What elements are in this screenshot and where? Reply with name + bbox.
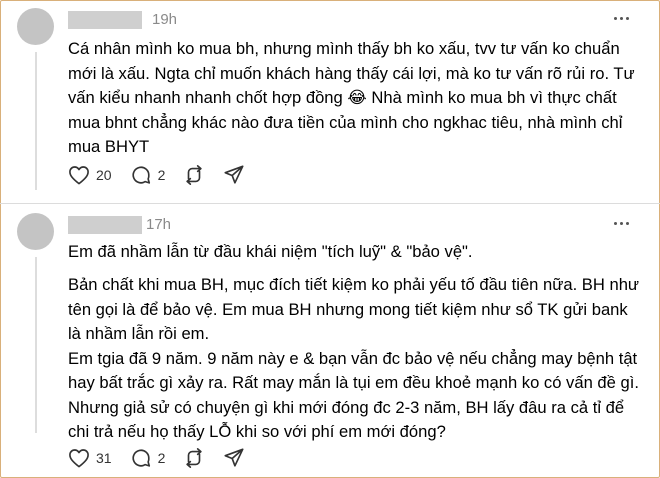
post-text: Cá nhân mình ko mua bh, nhưng mình thấy …: [68, 39, 635, 156]
repost-icon: [186, 165, 203, 185]
like-button[interactable]: 31: [68, 448, 112, 468]
post-actions: 20 2: [68, 163, 263, 187]
heart-icon: [69, 449, 89, 468]
more-icon[interactable]: [614, 222, 634, 228]
post-divider: [0, 203, 660, 204]
post-actions: 31 2: [68, 446, 263, 470]
reply-count: 2: [157, 450, 166, 466]
comment-icon: [131, 166, 150, 184]
avatar[interactable]: [17, 213, 54, 250]
post-text: Em đã nhầm lẫn từ đầu khái niệm "tích lu…: [68, 242, 473, 261]
like-count: 31: [96, 450, 112, 466]
like-button[interactable]: 20: [68, 165, 112, 185]
share-button[interactable]: [223, 164, 245, 186]
post-time: 19h: [152, 11, 178, 28]
repost-button[interactable]: [183, 447, 205, 469]
thread-line: [35, 257, 37, 433]
username-redacted[interactable]: [68, 11, 142, 29]
reply-count: 2: [157, 167, 166, 183]
comment-icon: [131, 449, 150, 467]
like-count: 20: [96, 167, 112, 183]
post-time: 17h: [146, 216, 172, 233]
post-text: Bản chất khi mua BH, mục đích tiết kiệm …: [68, 275, 640, 441]
reply-button[interactable]: 2: [130, 447, 166, 469]
avatar[interactable]: [17, 8, 54, 45]
reply-button[interactable]: 2: [130, 164, 166, 186]
repost-icon: [186, 448, 203, 468]
heart-icon: [69, 166, 89, 185]
repost-button[interactable]: [183, 164, 205, 186]
more-icon[interactable]: [614, 17, 634, 23]
share-button[interactable]: [223, 447, 245, 469]
share-icon: [224, 448, 244, 467]
username-redacted[interactable]: [68, 216, 142, 234]
share-icon: [224, 165, 244, 184]
thread-line: [35, 52, 37, 190]
